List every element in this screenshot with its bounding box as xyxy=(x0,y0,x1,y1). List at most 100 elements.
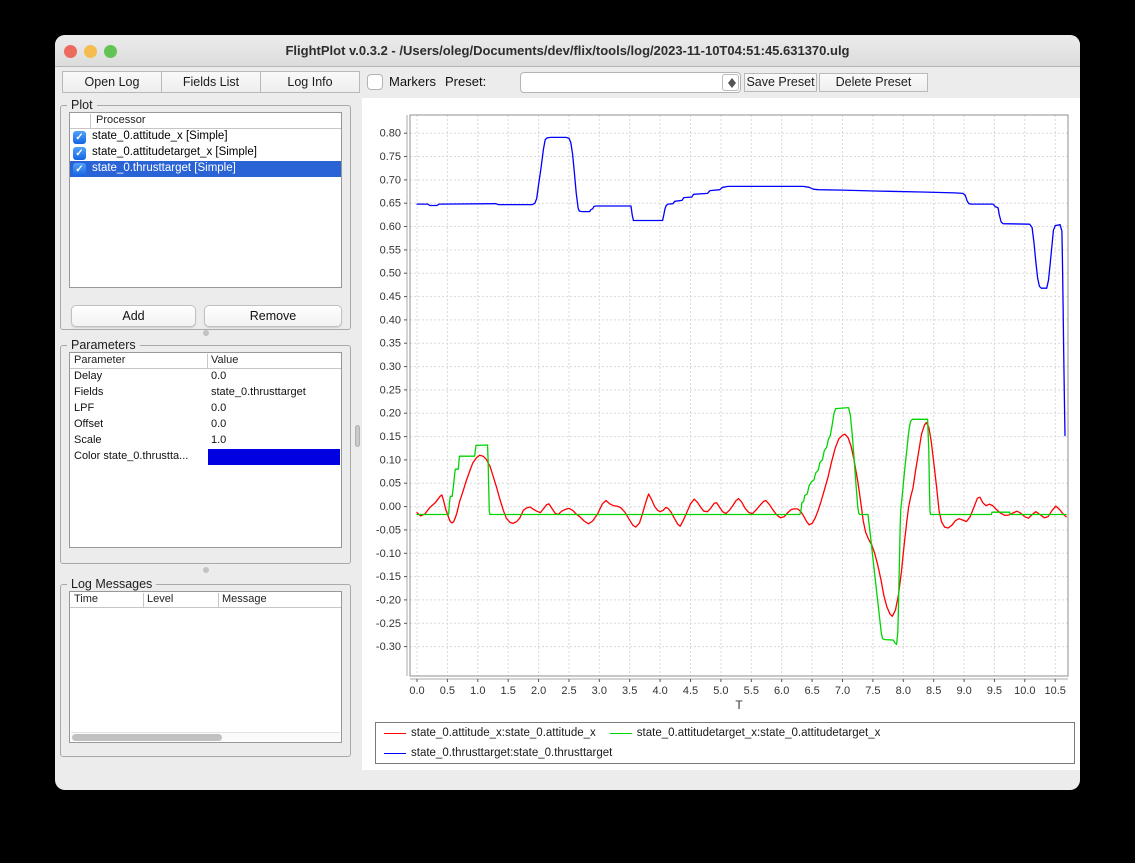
parameter-value: 0.0 xyxy=(211,418,226,430)
value-column-header: Value xyxy=(211,354,238,366)
legend-row: state_0.attitude_x:state_0.attitude_x sta… xyxy=(376,723,1074,743)
processor-row[interactable]: ✓ state_0.thrusttarget [Simple] xyxy=(70,161,341,177)
svg-text:9.5: 9.5 xyxy=(987,685,1002,697)
legend-row: state_0.thrusttarget:state_0.thrusttarge… xyxy=(376,743,1074,763)
svg-text:6.5: 6.5 xyxy=(804,685,819,697)
processor-row[interactable]: ✓state_0.attitudetarget_x [Simple] xyxy=(70,145,341,161)
svg-text:0.10: 0.10 xyxy=(380,454,401,466)
svg-text:0.30: 0.30 xyxy=(380,361,401,373)
title-bar[interactable]: FlightPlot v.0.3.2 - /Users/oleg/Documen… xyxy=(55,35,1080,67)
vertical-splitter-grip[interactable] xyxy=(355,425,360,447)
processor-checkbox[interactable]: ✓ xyxy=(73,131,86,144)
horizontal-scrollbar[interactable] xyxy=(71,732,340,741)
horizontal-splitter-grip[interactable] xyxy=(203,330,209,336)
log-messages-table[interactable]: Time Level Message xyxy=(69,591,342,743)
parameter-column-header: Parameter xyxy=(74,354,125,366)
processor-row[interactable]: ✓state_0.attitude_x [Simple] xyxy=(70,129,341,145)
svg-text:10.0: 10.0 xyxy=(1014,685,1035,697)
parameter-row[interactable]: Fields state_0.thrusttarget xyxy=(70,385,341,401)
time-column-header: Time xyxy=(74,593,98,605)
color-swatch[interactable] xyxy=(208,449,340,465)
legend-line-sample-icon xyxy=(384,753,406,754)
parameter-row[interactable]: LPF0.0 xyxy=(70,401,341,417)
parameter-row[interactable]: Offset 0.0 xyxy=(70,417,341,433)
legend-item: state_0.thrusttarget:state_0.thrusttarge… xyxy=(384,743,612,763)
svg-text:10.5: 10.5 xyxy=(1044,685,1065,697)
processor-checkbox[interactable]: ✓ xyxy=(73,147,86,160)
svg-text:0.55: 0.55 xyxy=(380,244,401,256)
svg-text:1.0: 1.0 xyxy=(470,685,485,697)
svg-text:T: T xyxy=(735,698,743,712)
legend-label: state_0.thrusttarget:state_0.thrusttarge… xyxy=(411,747,612,759)
svg-text:-0.30: -0.30 xyxy=(376,641,401,653)
preset-combobox-value xyxy=(527,73,718,92)
level-column-header: Level xyxy=(147,593,173,605)
svg-text:9.0: 9.0 xyxy=(956,685,971,697)
svg-text:5.0: 5.0 xyxy=(713,685,728,697)
preset-combobox[interactable] xyxy=(520,72,741,93)
parameters-table-header: Parameter Value xyxy=(70,353,341,369)
svg-text:5.5: 5.5 xyxy=(744,685,759,697)
svg-text:6.0: 6.0 xyxy=(774,685,789,697)
svg-text:0.75: 0.75 xyxy=(380,151,401,163)
processor-label: state_0.thrusttarget [Simple] xyxy=(92,162,236,174)
scrollbar-thumb[interactable] xyxy=(72,734,222,741)
svg-text:0.35: 0.35 xyxy=(380,338,401,350)
parameter-row[interactable]: Color state_0.thrustta... xyxy=(70,449,341,465)
svg-text:3.0: 3.0 xyxy=(592,685,607,697)
parameter-name: Fields xyxy=(74,386,103,398)
parameter-value: 1.0 xyxy=(211,434,226,446)
svg-text:8.0: 8.0 xyxy=(896,685,911,697)
svg-text:0.60: 0.60 xyxy=(380,221,401,233)
parameters-group-title: Parameters xyxy=(67,338,140,352)
parameter-name: Offset xyxy=(74,418,103,430)
svg-text:2.0: 2.0 xyxy=(531,685,546,697)
log-messages-group: Log Messages Time Level Message xyxy=(60,577,351,757)
remove-button[interactable]: Remove xyxy=(204,305,342,327)
open-log-button[interactable]: Open Log xyxy=(62,71,162,93)
parameter-name: Color state_0.thrustta... xyxy=(74,450,188,462)
parameter-name: Delay xyxy=(74,370,102,382)
svg-text:0.50: 0.50 xyxy=(380,268,401,280)
svg-text:0.25: 0.25 xyxy=(380,384,401,396)
preset-label: Preset: xyxy=(445,71,486,93)
delete-preset-button[interactable]: Delete Preset xyxy=(819,73,928,92)
parameter-row[interactable]: Scale 1.0 xyxy=(70,433,341,449)
parameters-group: Parameters Parameter Value Delay0.0Field… xyxy=(60,338,351,564)
markers-checkbox[interactable] xyxy=(367,74,383,90)
legend-item: state_0.attitude_x:state_0.attitude_x xyxy=(384,723,596,743)
svg-text:0.0: 0.0 xyxy=(409,685,424,697)
svg-text:0.00: 0.00 xyxy=(380,501,401,513)
log-info-button[interactable]: Log Info xyxy=(260,71,360,93)
parameter-value: 0.0 xyxy=(211,402,226,414)
fields-list-button[interactable]: Fields List xyxy=(161,71,261,93)
svg-text:-0.15: -0.15 xyxy=(376,571,401,583)
svg-text:-0.05: -0.05 xyxy=(376,524,401,536)
chevron-down-icon xyxy=(728,83,736,88)
parameter-value: state_0.thrusttarget xyxy=(211,386,306,398)
legend-label: state_0.attitudetarget_x:state_0.attitud… xyxy=(637,727,881,739)
horizontal-splitter-grip[interactable] xyxy=(203,567,209,573)
svg-text:2.5: 2.5 xyxy=(561,685,576,697)
processor-column-header: Processor xyxy=(96,114,146,126)
flight-data-chart[interactable]: 0.00.51.01.52.02.53.03.54.04.55.05.56.06… xyxy=(362,98,1080,718)
parameter-row[interactable]: Delay0.0 xyxy=(70,369,341,385)
app-window: FlightPlot v.0.3.2 - /Users/oleg/Documen… xyxy=(55,35,1080,790)
parameters-table[interactable]: Parameter Value Delay0.0Fieldsstate_0.th… xyxy=(69,352,342,548)
processor-list[interactable]: Processor ✓state_0.attitude_x [Simple]✓s… xyxy=(69,112,342,288)
svg-text:0.45: 0.45 xyxy=(380,291,401,303)
plot-group: Plot Processor ✓state_0.attitude_x [Simp… xyxy=(60,98,351,330)
save-preset-button[interactable]: Save Preset xyxy=(744,73,817,92)
svg-text:-0.25: -0.25 xyxy=(376,618,401,630)
add-button[interactable]: Add xyxy=(71,305,196,327)
svg-text:0.40: 0.40 xyxy=(380,314,401,326)
parameter-name: Scale xyxy=(74,434,102,446)
processor-list-header: Processor xyxy=(70,113,341,129)
svg-text:0.70: 0.70 xyxy=(380,174,401,186)
legend-item: state_0.attitudetarget_x:state_0.attitud… xyxy=(610,723,881,743)
svg-text:0.65: 0.65 xyxy=(380,198,401,210)
combobox-stepper-icon[interactable] xyxy=(722,74,739,91)
log-messages-group-title: Log Messages xyxy=(67,577,156,591)
processor-checkbox[interactable]: ✓ xyxy=(73,163,86,176)
svg-text:-0.10: -0.10 xyxy=(376,548,401,560)
